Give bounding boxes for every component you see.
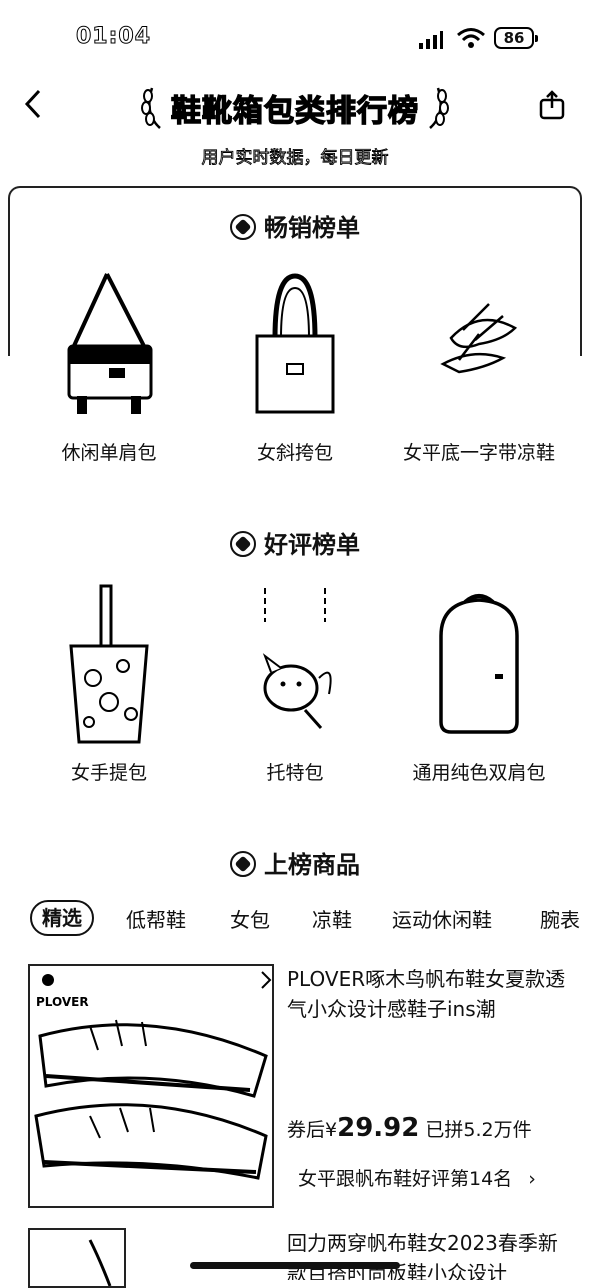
bestseller-item-label: 女斜挎包 — [256, 442, 333, 464]
bestseller-item-1[interactable]: 休闲单肩包 — [24, 268, 194, 465]
wifi-icon — [457, 28, 485, 48]
card-edge-fade-left — [4, 356, 14, 1286]
bestseller-item-3[interactable]: 女平底一字带凉鞋 — [394, 268, 564, 465]
tote-print-image — [262, 588, 332, 729]
share-icon[interactable] — [537, 90, 567, 120]
product-title[interactable]: PLOVER啄木鸟帆布鞋女夏款透气小众设计感鞋子ins潮 — [287, 964, 567, 1024]
thumbs-up-badge-icon — [230, 531, 256, 557]
back-arrow-icon[interactable] — [22, 88, 44, 120]
brand-watermark: PLOVER — [36, 995, 89, 1009]
status-time: 01:04 — [75, 24, 152, 50]
price-prefix: 券后 — [287, 1119, 326, 1141]
bucket-bag-image — [69, 584, 149, 744]
product-image[interactable] — [28, 1228, 126, 1288]
bestseller-item-label: 女平底一字带凉鞋 — [402, 442, 555, 464]
product-title[interactable]: 回力两穿帆布鞋女2023春季新款百搭时尚板鞋小众设计 — [287, 1228, 567, 1280]
tab-watches[interactable]: 腕表 — [540, 904, 590, 936]
top-rated-item-label: 托特包 — [266, 762, 324, 784]
tab-womens-bags[interactable]: 女包 — [230, 904, 270, 936]
bestseller-section-title: 畅销榜单 — [0, 208, 590, 243]
product-price-row: 券后¥29.92 已拼5.2万件 — [287, 1113, 532, 1143]
page-title: 鞋靴箱包类排行榜 — [170, 93, 419, 129]
shoulder-bag-image — [67, 273, 153, 414]
currency-symbol: ¥ — [325, 1119, 338, 1141]
top-rated-item-1[interactable]: 女手提包 — [24, 582, 194, 785]
sold-count: 已拼5.2万件 — [425, 1119, 532, 1141]
product-rank-link[interactable]: 女平跟帆布鞋好评第14名 › — [298, 1164, 536, 1191]
bestseller-badge-icon — [230, 214, 256, 240]
tab-low-top-shoes[interactable]: 低帮鞋 — [126, 904, 186, 936]
chevron-right-icon: › — [528, 1168, 536, 1190]
top-rated-section-title: 好评榜单 — [0, 525, 590, 560]
page-subtitle: 用户实时数据，每日更新 — [201, 148, 389, 169]
card-edge-fade-right — [576, 356, 586, 1286]
top-rated-item-label: 通用纯色双肩包 — [412, 762, 546, 784]
smile-badge-icon — [230, 851, 256, 877]
canvas-shoes-image: PLOVER — [34, 971, 272, 1180]
shoe-image — [88, 1239, 112, 1286]
bestseller-item-2[interactable]: 女斜挎包 — [210, 268, 380, 465]
product-image[interactable]: PLOVER — [28, 964, 274, 1208]
sandal-image — [440, 303, 518, 374]
listed-products-section-title: 上榜商品 — [0, 845, 590, 880]
product-price: 29.92 — [337, 1113, 420, 1143]
tab-sport-casual-shoes[interactable]: 运动休闲鞋 — [392, 904, 492, 936]
top-rated-item-label: 女手提包 — [70, 762, 147, 784]
laurel-right-icon — [429, 87, 449, 129]
tote-bag-image — [255, 273, 335, 414]
backpack-image — [439, 594, 519, 734]
home-indicator — [190, 1262, 400, 1269]
bestseller-item-label: 休闲单肩包 — [61, 442, 157, 464]
rank-text: 女平跟帆布鞋好评第14名 — [298, 1168, 513, 1190]
tab-sandals[interactable]: 凉鞋 — [312, 904, 352, 936]
tab-featured[interactable]: 精选 — [30, 900, 94, 936]
top-rated-item-2[interactable]: 托特包 — [210, 582, 380, 785]
top-rated-item-3[interactable]: 通用纯色双肩包 — [394, 582, 564, 785]
signal-icon — [419, 31, 443, 49]
laurel-left-icon — [141, 87, 161, 129]
battery-indicator: 86 — [494, 27, 538, 49]
